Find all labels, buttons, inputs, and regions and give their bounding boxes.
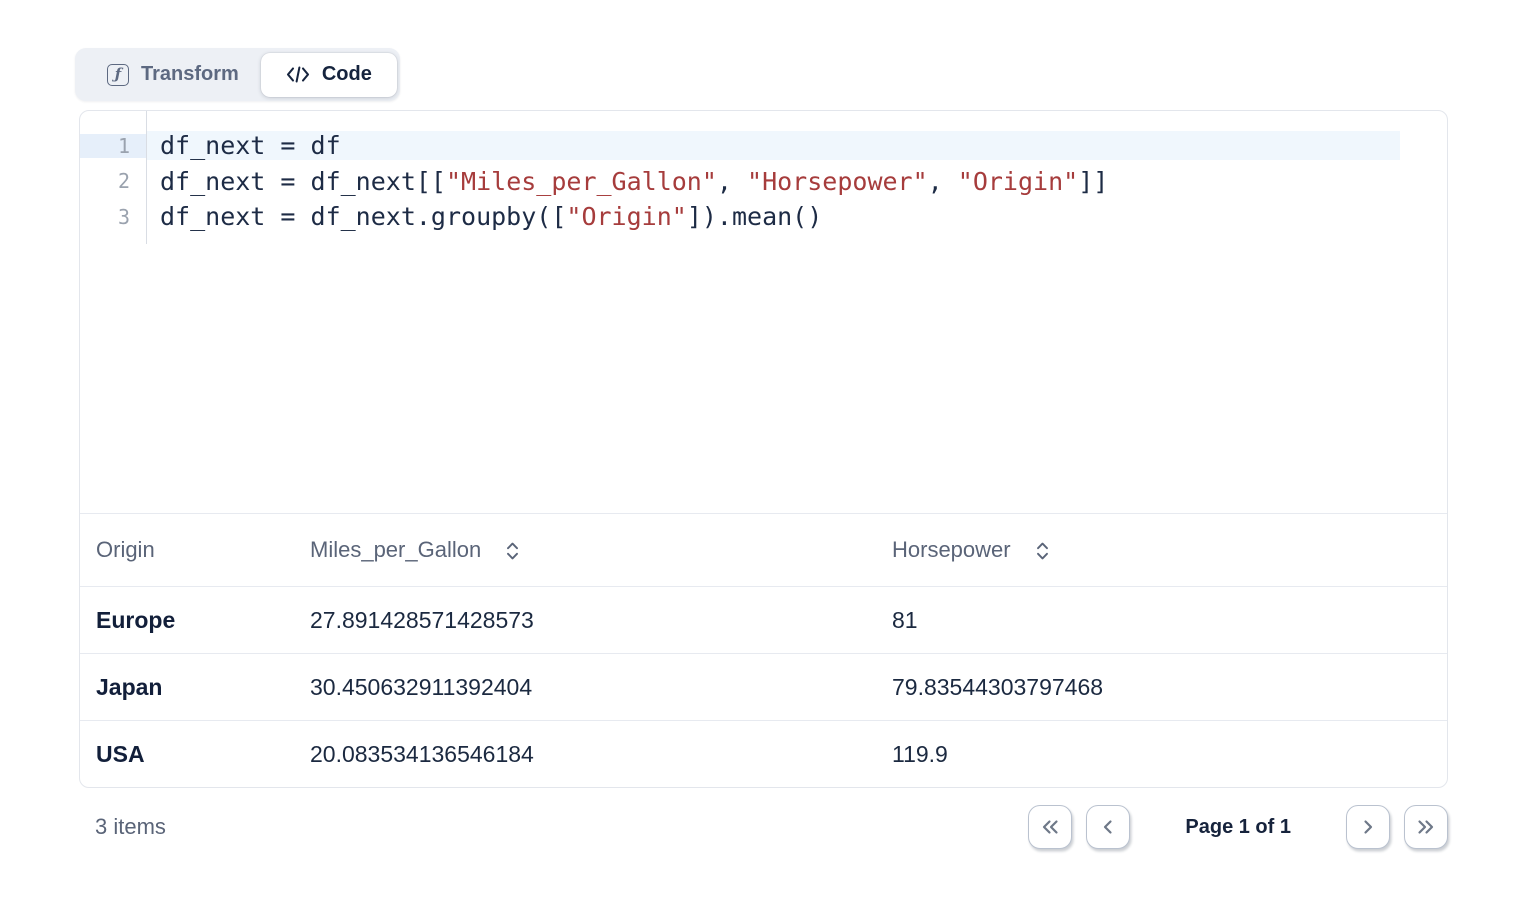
line-number: 1 [80, 134, 146, 158]
code-line-3: 3 df_next = df_next.groupby(["Origin"]).… [80, 199, 1447, 235]
tab-transform[interactable]: ƒ Transform [75, 63, 261, 86]
table-header-row: Origin Miles_per_Gallon Horsepower [80, 513, 1447, 587]
last-page-button[interactable] [1404, 805, 1448, 849]
sort-icon[interactable] [1035, 540, 1050, 562]
column-header-label: Horsepower [892, 537, 1011, 563]
page-indicator: Page 1 of 1 [1185, 816, 1291, 839]
code-token: df_next = df [160, 131, 341, 160]
tab-code-label: Code [322, 63, 372, 86]
string-token: "Miles_per_Gallon" [446, 167, 717, 196]
code-line-1: 1 df_next = df [80, 128, 1447, 164]
cell-horsepower: 79.83544303797468 [892, 674, 1447, 701]
column-header-horsepower: Horsepower [892, 537, 1447, 563]
line-number: 2 [80, 169, 146, 193]
cell-horsepower: 119.9 [892, 741, 1447, 768]
pagination: Page 1 of 1 [1028, 805, 1448, 849]
chevrons-right-icon [1415, 817, 1437, 837]
string-token: "Origin" [958, 167, 1078, 196]
code-line-content[interactable]: df_next = df [146, 131, 1400, 160]
gutter-divider [146, 111, 147, 244]
items-count: 3 items [79, 814, 166, 840]
column-header-origin: Origin [80, 537, 310, 563]
code-token: ]).mean() [687, 202, 822, 231]
line-number: 3 [80, 205, 146, 229]
cell-origin: Europe [80, 607, 310, 634]
cell-miles-per-gallon: 30.450632911392404 [310, 674, 892, 701]
code-token: df_next = df_next[[ [160, 167, 446, 196]
tab-transform-label: Transform [141, 63, 239, 86]
table-row: USA 20.083534136546184 119.9 [80, 721, 1447, 788]
code-editor[interactable]: 1 df_next = df 2 df_next = df_next[["Mil… [80, 111, 1447, 513]
table-footer: 3 items Page 1 of 1 [79, 802, 1448, 852]
string-token: "Horsepower" [747, 167, 928, 196]
code-token: ]] [1078, 167, 1108, 196]
code-icon [286, 66, 310, 83]
first-page-button[interactable] [1028, 805, 1072, 849]
cell-miles-per-gallon: 20.083534136546184 [310, 741, 892, 768]
code-token: , [928, 167, 958, 196]
code-line-2: 2 df_next = df_next[["Miles_per_Gallon",… [80, 164, 1447, 200]
cell-origin: Japan [80, 674, 310, 701]
cell-horsepower: 81 [892, 607, 1447, 634]
previous-page-button[interactable] [1086, 805, 1130, 849]
table-row: Europe 27.891428571428573 81 [80, 587, 1447, 654]
code-line-content[interactable]: df_next = df_next.groupby(["Origin"]).me… [146, 202, 1447, 231]
code-line-content[interactable]: df_next = df_next[["Miles_per_Gallon", "… [146, 167, 1447, 196]
chevrons-left-icon [1039, 817, 1061, 837]
column-header-label: Miles_per_Gallon [310, 537, 481, 563]
next-page-button[interactable] [1346, 805, 1390, 849]
sort-icon[interactable] [505, 540, 520, 562]
transform-panel: 1 df_next = df 2 df_next = df_next[["Mil… [79, 110, 1448, 788]
code-token: , [717, 167, 747, 196]
cell-origin: USA [80, 741, 310, 768]
tab-code[interactable]: Code [261, 53, 397, 97]
code-token: df_next = df_next.groupby([ [160, 202, 566, 231]
cell-miles-per-gallon: 27.891428571428573 [310, 607, 892, 634]
column-header-miles-per-gallon: Miles_per_Gallon [310, 537, 892, 563]
function-icon: ƒ [107, 64, 129, 86]
chevron-left-icon [1097, 817, 1119, 837]
view-mode-tabbar: ƒ Transform Code [75, 48, 400, 101]
page: { "tabs": { "transform": { "label": "Tra… [0, 0, 1516, 918]
table-row: Japan 30.450632911392404 79.835443037974… [80, 654, 1447, 721]
string-token: "Origin" [566, 202, 686, 231]
chevron-right-icon [1357, 817, 1379, 837]
